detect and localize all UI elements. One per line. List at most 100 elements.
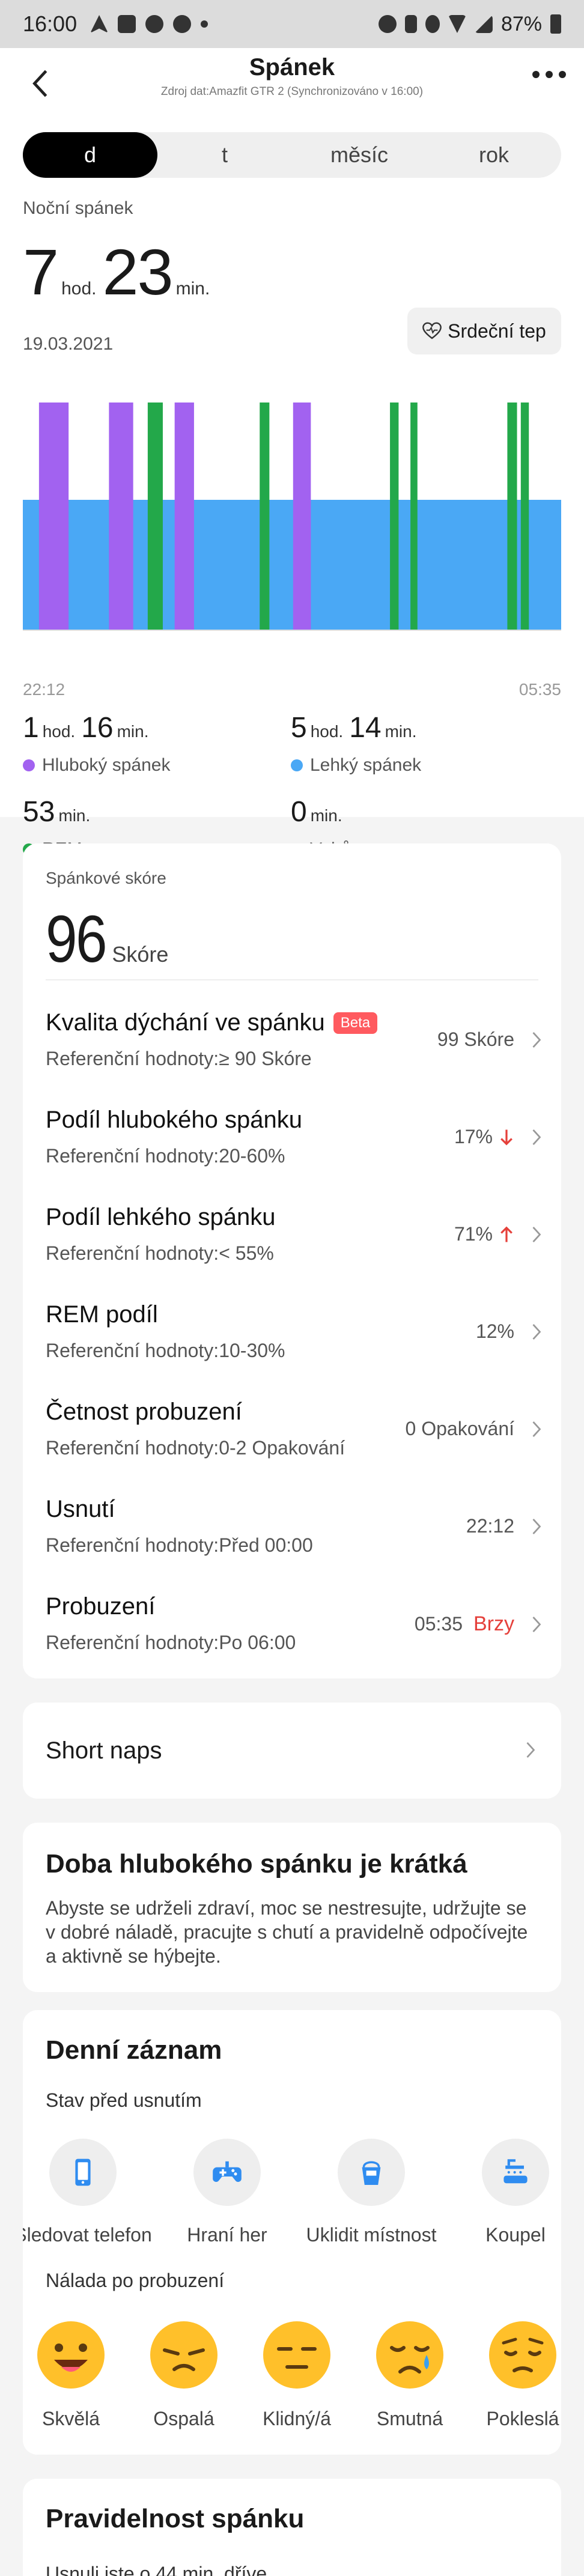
chart-start-time: 22:12 [23, 680, 65, 699]
status-bar: 16:00 87% [0, 0, 584, 48]
mood-name: Skvělá [41, 2408, 100, 2429]
stat-minutes: 53 [23, 796, 55, 828]
stat-hours-unit: hod. [42, 722, 76, 741]
metric-reference: Referenční hodnoty:10-30% [46, 1340, 285, 1361]
tab-year[interactable]: rok [427, 132, 561, 178]
activity-gaming[interactable]: Hraní her [155, 2139, 299, 2246]
activity-phone[interactable]: Sledovat telefon [23, 2139, 155, 2246]
regularity-text: Usnuli jste o 44 min. dříve [46, 2563, 267, 2576]
rem-sleep-segment [507, 402, 517, 630]
app-icon [173, 15, 192, 33]
sleep-date: 19.03.2021 [23, 334, 114, 354]
tab-month[interactable]: měsíc [292, 132, 427, 178]
minutes-unit: min. [175, 279, 210, 299]
activity-bath[interactable]: Koupel [443, 2139, 561, 2246]
short-naps-label: Short naps [46, 1737, 162, 1764]
mood-great[interactable]: Skvělá [23, 2319, 128, 2430]
sleep-minutes: 23 [102, 235, 173, 308]
light-sleep-stat: 5 hod. 14 min. Lehký spánek [291, 711, 555, 776]
status-right: 87% [378, 12, 561, 36]
deep-sleep-segment [109, 402, 133, 630]
metric-value: 0 Opakování [405, 1418, 514, 1439]
stat-label: Lehký spánek [310, 755, 422, 775]
metric-wake-up[interactable]: Probuzení Referenční hodnoty:Po 06:00 05… [46, 1593, 543, 1689]
arrow-down-icon [500, 1129, 513, 1146]
metric-fall-asleep[interactable]: Usnutí Referenční hodnoty:Před 00:00 22:… [46, 1496, 543, 1592]
mood-calm[interactable]: Klidný/á [240, 2319, 354, 2430]
happy-face-icon [37, 2321, 105, 2389]
arrow-up-icon [500, 1226, 513, 1242]
activity-label: Uklidit místnost [306, 2224, 437, 2246]
light-sleep-dot [291, 759, 303, 771]
metric-value: 12% [475, 1320, 514, 1342]
heart-rate-button[interactable]: Srdeční tep [407, 308, 561, 354]
dot-icon [532, 71, 540, 78]
chart-time-axis: 22:12 05:35 [23, 680, 561, 699]
stat-hours: 1 [23, 712, 39, 744]
battery-level: 87% [500, 12, 542, 35]
dot-icon [546, 71, 553, 78]
chevron-right-icon [532, 1031, 541, 1048]
stat-minutes: 0 [291, 796, 307, 828]
chevron-right-icon [532, 1323, 541, 1340]
rem-sleep-segment [260, 402, 270, 630]
beta-badge: Beta [333, 1012, 378, 1034]
sleep-score-label: Spánkové skóre [46, 869, 166, 887]
deep-sleep-segment [174, 402, 194, 630]
metric-wake-count[interactable]: Četnost probuzení Referenční hodnoty:0-2… [46, 1399, 543, 1495]
tab-week[interactable]: t [157, 132, 292, 178]
rem-sleep-segment [520, 402, 529, 630]
chevron-right-icon [532, 1129, 541, 1145]
hours-unit: hod. [61, 279, 97, 299]
stat-hours: 5 [291, 712, 307, 744]
metric-reference: Referenční hodnoty:Před 00:00 [46, 1534, 313, 1556]
chart-end-time: 05:35 [519, 680, 561, 699]
daily-record-card: Denní záznam Stav před usnutím Sledovat … [23, 2010, 561, 2455]
stat-hours-unit: hod. [310, 722, 344, 741]
daily-record-title: Denní záznam [46, 2035, 222, 2065]
stat-minutes: 16 [81, 712, 114, 744]
stat-minutes-unit: min. [310, 806, 342, 825]
total-sleep-duration: 7 hod. 23 min. [23, 234, 216, 309]
metric-value: 17% [454, 1126, 493, 1147]
before-sleep-label: Stav před usnutím [46, 2089, 202, 2111]
chevron-right-icon [532, 1226, 541, 1242]
metric-deep-sleep-ratio[interactable]: Podíl hlubokého spánku Referenční hodnot… [46, 1107, 543, 1203]
page-title: Spánek [249, 54, 335, 80]
more-options-button[interactable] [532, 71, 566, 78]
gamepad-icon [213, 2161, 242, 2182]
bluetooth-icon [404, 15, 417, 33]
sleep-hours: 7 [23, 235, 59, 308]
night-sleep-label: Noční spánek [23, 198, 133, 218]
chevron-right-icon [532, 1421, 541, 1437]
deep-sleep-segment [38, 402, 69, 630]
advice-text: Abyste se udrželi zdraví, moc se nestres… [46, 1897, 528, 1967]
metric-rem-ratio[interactable]: REM podíl Referenční hodnoty:10-30% 12% [46, 1301, 543, 1397]
sleepy-face-icon [150, 2321, 217, 2389]
advice-title: Doba hlubokého spánku je krátká [46, 1849, 467, 1879]
early-warning: Brzy [473, 1612, 514, 1635]
mood-sad[interactable]: Smutná [353, 2319, 467, 2430]
metric-breathing-quality[interactable]: Kvalita dýchání ve spánku Beta Referenční… [46, 1009, 543, 1105]
heart-icon [422, 322, 442, 339]
stat-minutes-unit: min. [117, 722, 149, 741]
deep-sleep-stat: 1 hod. 16 min. Hluboký spánek [23, 711, 287, 776]
activity-cleaning[interactable]: Uklidit místnost [299, 2139, 443, 2246]
tab-day[interactable]: d [23, 132, 157, 178]
mood-downcast[interactable]: Pokleslá [466, 2319, 561, 2430]
metric-value: 05:35 [414, 1613, 463, 1635]
metric-name: Četnost probuzení [46, 1399, 242, 1425]
metric-light-sleep-ratio[interactable]: Podíl lehkého spánku Referenční hodnoty:… [46, 1204, 543, 1300]
activity-label: Koupel [485, 2224, 546, 2246]
regularity-title: Pravidelnost spánku [46, 2504, 305, 2533]
short-naps-row[interactable]: Short naps [23, 1703, 561, 1799]
metric-value: 71% [454, 1223, 493, 1245]
metric-reference: Referenční hodnoty:0-2 Opakování [46, 1437, 345, 1459]
mood-sleepy[interactable]: Ospalá [127, 2319, 241, 2430]
metric-reference: Referenční hodnoty:Po 06:00 [46, 1632, 296, 1653]
deep-sleep-segment [293, 402, 311, 630]
neutral-face-icon [263, 2321, 330, 2389]
downcast-face-icon [489, 2321, 556, 2389]
navigation-icon [90, 15, 109, 33]
metric-name: Usnutí [46, 1496, 115, 1522]
